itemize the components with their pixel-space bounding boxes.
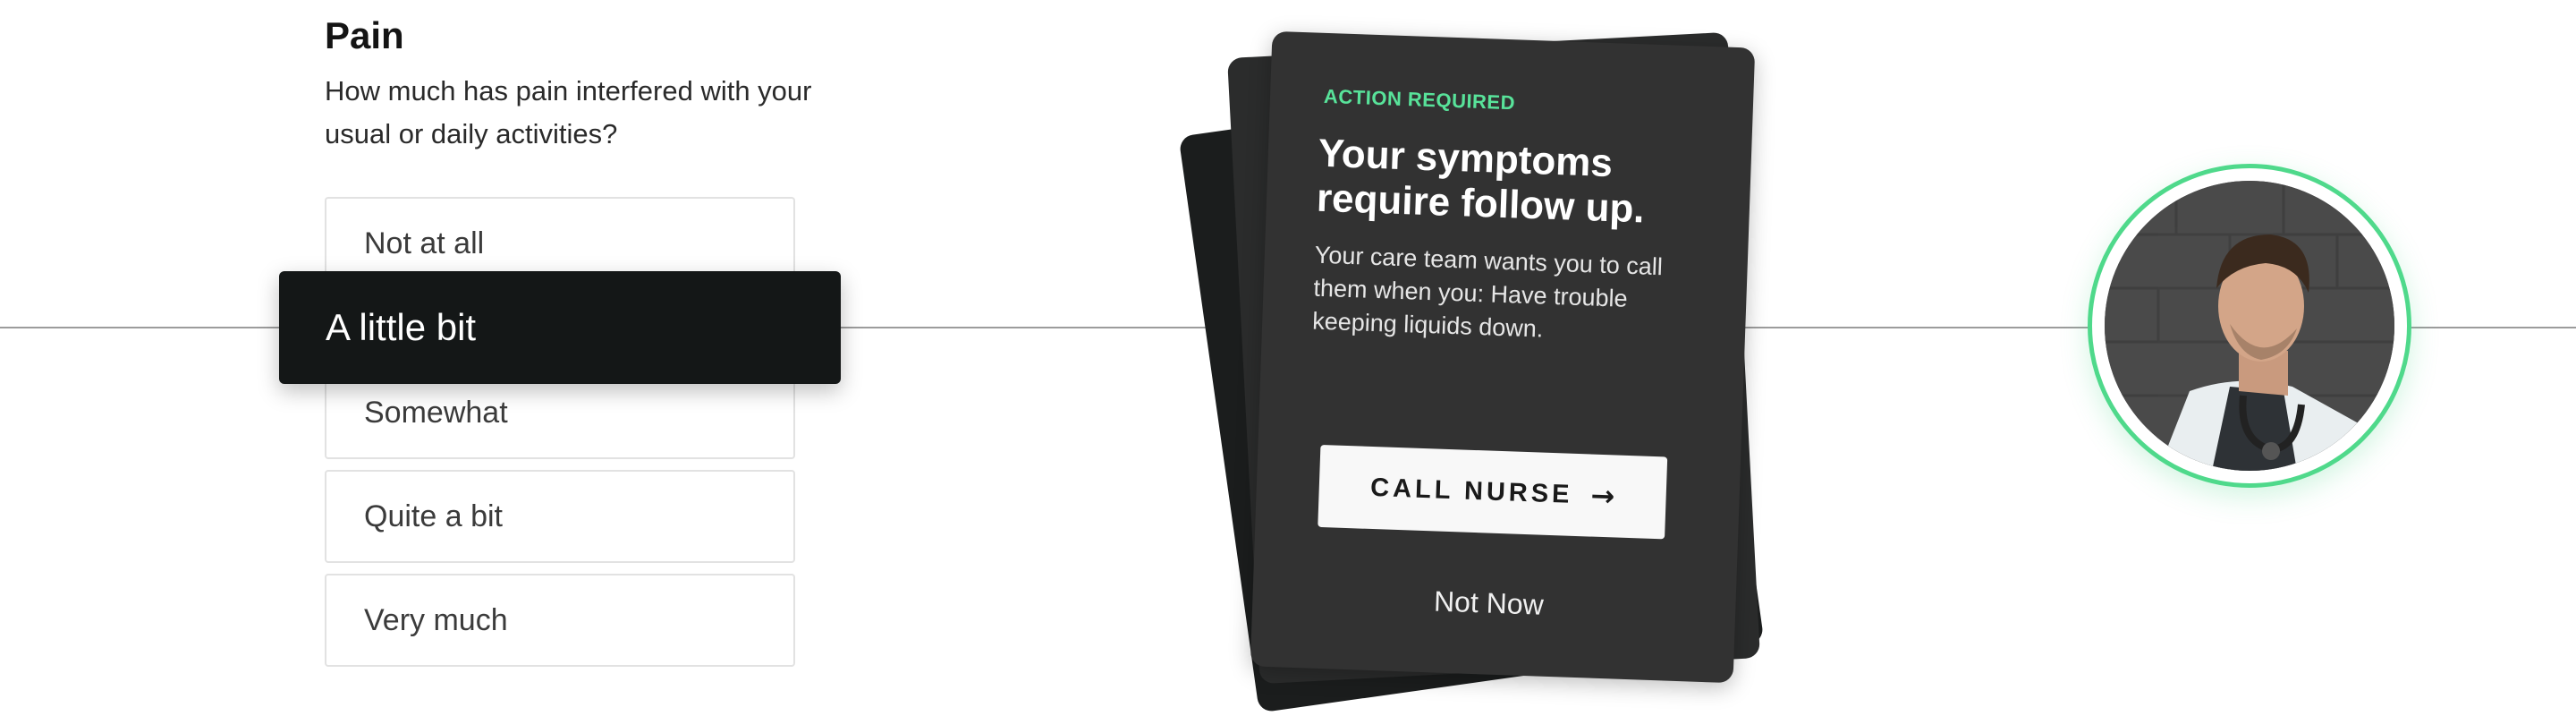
call-nurse-label: CALL NURSE <box>1369 473 1574 509</box>
card-heading: Your symptoms require follow up. <box>1316 131 1646 232</box>
action-required-label: ACTION REQUIRED <box>1323 84 1516 115</box>
card-body: Your care team wants you to call them wh… <box>1311 241 1664 343</box>
avatar-ring <box>2088 164 2411 488</box>
survey-question: Pain How much has pain interfered with y… <box>325 13 826 156</box>
clinician-avatar <box>2105 181 2394 471</box>
question-prompt: How much has pain interfered with your u… <box>325 75 812 149</box>
call-nurse-button[interactable]: CALL NURSE → <box>1318 444 1668 540</box>
question-title: Pain <box>325 14 404 56</box>
action-required-card: ACTION REQUIRED Your symptoms require fo… <box>1250 30 1756 684</box>
answer-option-a-little-bit-selected[interactable]: A little bit <box>279 271 841 384</box>
answer-option-very-much[interactable]: Very much <box>325 574 795 667</box>
arrow-right-icon: → <box>1589 478 1615 514</box>
clinician-avatar-icon <box>2105 181 2394 471</box>
not-now-button[interactable]: Not Now <box>1315 581 1663 626</box>
answer-option-quite-a-bit[interactable]: Quite a bit <box>325 470 795 563</box>
